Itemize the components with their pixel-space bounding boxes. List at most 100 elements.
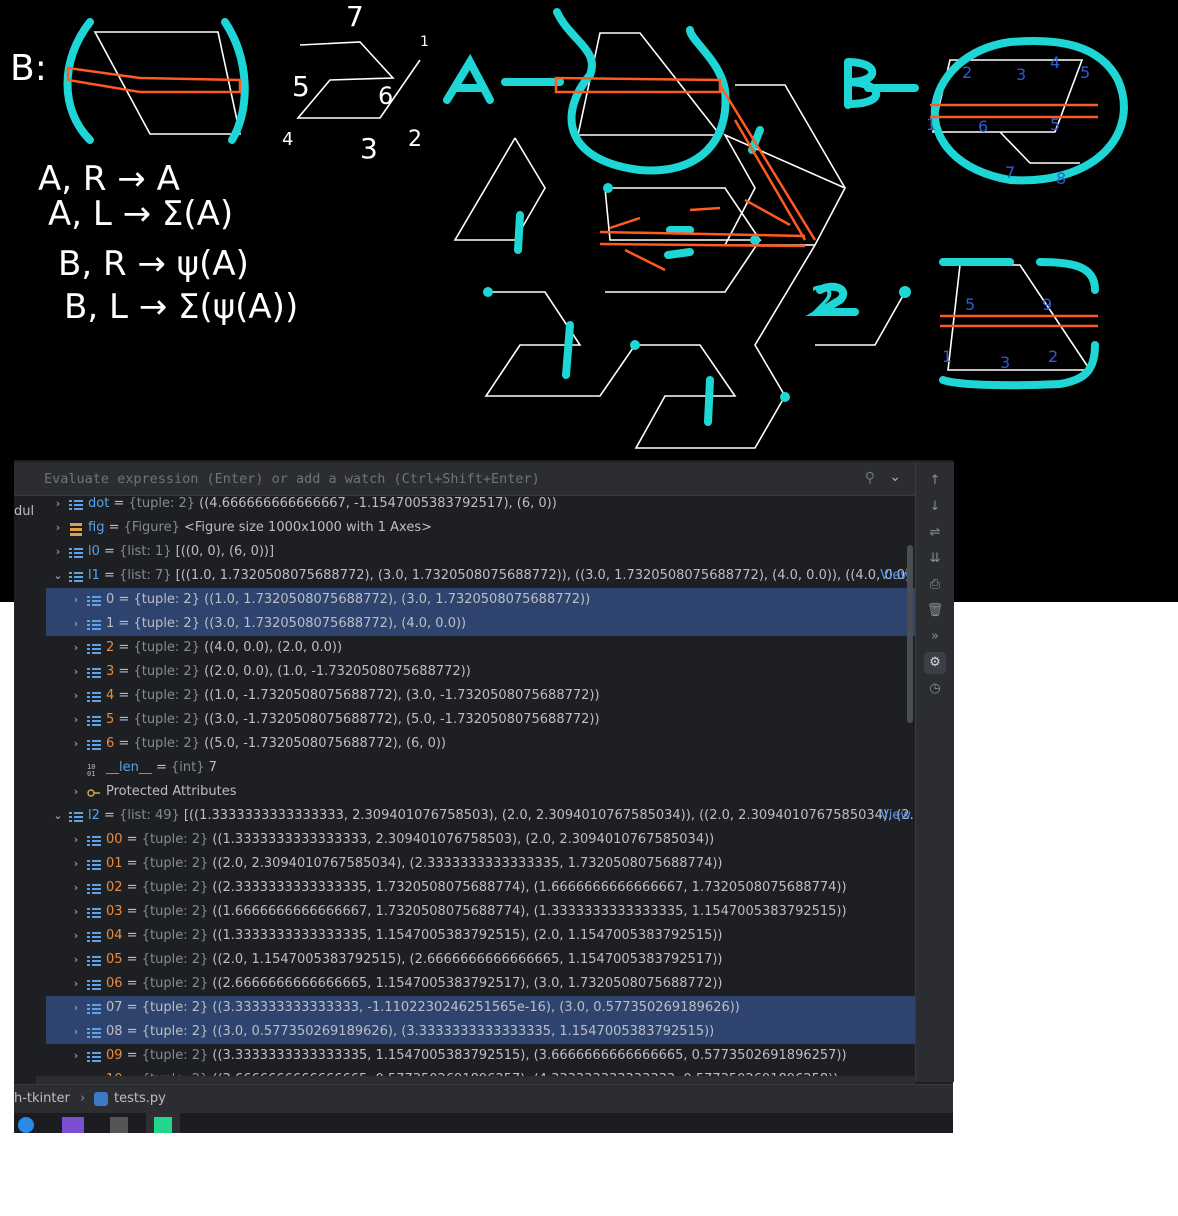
expand-chevron-icon[interactable]: › xyxy=(70,732,82,756)
svg-text:7: 7 xyxy=(1005,163,1015,182)
variable-row-2[interactable]: › 2 = {tuple: 2} ((4.0, 0.0), (2.0, 0.0)) xyxy=(46,636,915,660)
expand-chevron-icon[interactable]: › xyxy=(70,684,82,708)
equals-sign: = xyxy=(122,832,142,847)
soft-wrap-icon[interactable]: ⇌ xyxy=(924,522,946,544)
add-watch-icon[interactable]: ⚲ xyxy=(865,470,875,486)
expand-chevron-icon[interactable]: › xyxy=(70,852,82,876)
breadcrumb-project[interactable]: h-tkinter xyxy=(14,1085,70,1113)
taskbar-app-icon[interactable] xyxy=(110,1117,128,1133)
svg-text:3: 3 xyxy=(1000,353,1010,372)
list-variable-icon xyxy=(87,833,101,847)
variable-row-5[interactable]: › 5 = {tuple: 2} ((3.0, -1.73205080756887… xyxy=(46,708,915,732)
variable-row-09[interactable]: › 09 = {tuple: 2} ((3.3333333333333335, 1… xyxy=(46,1044,915,1068)
list-variable-icon xyxy=(87,905,101,919)
horizontal-scrollbar[interactable] xyxy=(36,1076,915,1084)
equals-sign: = xyxy=(151,760,172,775)
vertical-scrollbar[interactable] xyxy=(907,545,913,723)
sketch-parallelogram xyxy=(93,31,241,135)
variable-row-dot[interactable]: › dot = {tuple: 2} ((4.666666666666667, -… xyxy=(46,496,915,516)
scroll-end-icon[interactable]: ⇊ xyxy=(924,548,946,570)
variable-row-06[interactable]: › 06 = {tuple: 2} ((2.6666666666666665, 1… xyxy=(46,972,915,996)
variable-row-fig[interactable]: › fig = {Figure} <Figure size 1000x1000 w… xyxy=(46,516,915,540)
variable-type: {tuple: 2} xyxy=(133,688,200,703)
variable-type: {list: 1} xyxy=(119,544,172,559)
variable-type: {list: 49} xyxy=(119,808,180,823)
expand-chevron-icon[interactable]: › xyxy=(70,612,82,636)
python-file-icon xyxy=(94,1092,108,1106)
evaluate-expression-input[interactable]: Evaluate expression (Enter) or add a wat… xyxy=(44,471,540,487)
equals-sign: = xyxy=(99,544,120,559)
expand-chevron-icon[interactable]: › xyxy=(70,1020,82,1044)
variable-text: 5 = {tuple: 2} ((3.0, -1.732050807568877… xyxy=(106,708,600,732)
expand-chevron-icon[interactable]: › xyxy=(70,660,82,684)
pycharm-icon[interactable] xyxy=(154,1117,172,1133)
expand-chevron-icon[interactable]: › xyxy=(70,948,82,972)
arrow-up-icon[interactable]: ↑ xyxy=(924,470,946,492)
variable-row-l1[interactable]: ⌄ l1 = {list: 7} [((1.0, 1.73205080756887… xyxy=(46,564,915,588)
expand-chevron-icon[interactable]: › xyxy=(70,588,82,612)
variable-text: 02 = {tuple: 2} ((2.3333333333333335, 1.… xyxy=(106,876,847,900)
variable-text: dot = {tuple: 2} ((4.666666666666667, -1… xyxy=(88,496,557,516)
view-link[interactable]: View xyxy=(880,804,911,828)
int-variable-icon: 10 01 xyxy=(87,761,101,778)
variable-row-6[interactable]: › 6 = {tuple: 2} ((5.0, -1.73205080756887… xyxy=(46,732,915,756)
variable-row-00[interactable]: › 00 = {tuple: 2} ((1.3333333333333333, 2… xyxy=(46,828,915,852)
more-icon[interactable]: » xyxy=(924,626,946,648)
collapse-chevron-icon[interactable]: ⌄ xyxy=(52,564,64,588)
expand-chevron-icon[interactable]: › xyxy=(70,900,82,924)
list-variable-icon xyxy=(87,881,101,895)
list-variable-icon xyxy=(69,569,83,583)
trash-icon[interactable]: 🗑 xyxy=(924,600,946,622)
variable-value: ((2.6666666666666665, 1.1547005383792517… xyxy=(208,976,723,991)
variable-value: [((1.3333333333333333, 2.309401076758503… xyxy=(179,808,915,823)
print-icon[interactable]: ⎙ xyxy=(924,574,946,596)
variable-row-07[interactable]: › 07 = {tuple: 2} ((3.333333333333333, -1… xyxy=(46,996,915,1020)
variable-row-08[interactable]: › 08 = {tuple: 2} ((3.0, 0.57735026918962… xyxy=(46,1020,915,1044)
variable-row-l2[interactable]: ⌄ l2 = {list: 49} [((1.3333333333333333, … xyxy=(46,804,915,828)
variable-row-0[interactable]: › 0 = {tuple: 2} ((1.0, 1.732050807568877… xyxy=(46,588,915,612)
variable-name: 00 xyxy=(106,832,123,847)
expand-chevron-icon[interactable]: › xyxy=(70,828,82,852)
expand-chevron-icon[interactable]: › xyxy=(70,996,82,1020)
variable-row-4[interactable]: › 4 = {tuple: 2} ((1.0, -1.73205080756887… xyxy=(46,684,915,708)
chevron-down-icon[interactable]: ⌄ xyxy=(889,469,901,485)
variable-row-01[interactable]: › 01 = {tuple: 2} ((2.0, 2.30940107675850… xyxy=(46,852,915,876)
variable-type: {tuple: 2} xyxy=(141,952,209,967)
python-console-icon[interactable]: ⚙ xyxy=(924,652,946,674)
variable-type: {tuple: 2} xyxy=(128,496,196,511)
variable-type: {tuple: 2} xyxy=(133,616,200,631)
variable-row-1[interactable]: › 1 = {tuple: 2} ((3.0, 1.732050807568877… xyxy=(46,612,915,636)
object-variable-icon xyxy=(69,521,83,536)
taskbar-app-icon[interactable] xyxy=(62,1117,84,1133)
variable-text: 08 = {tuple: 2} ((3.0, 0.577350269189626… xyxy=(106,1020,714,1044)
gutter-truncated-text: dul xyxy=(14,504,35,519)
arrow-down-icon[interactable]: ↓ xyxy=(924,496,946,518)
equals-sign: = xyxy=(122,1024,142,1039)
expand-chevron-icon[interactable]: › xyxy=(52,540,64,564)
variable-row-protected-attributes[interactable]: › Protected Attributes xyxy=(46,780,915,804)
taskbar-app-icon[interactable] xyxy=(18,1117,34,1133)
expand-chevron-icon[interactable]: › xyxy=(70,924,82,948)
variable-row-__len__[interactable]: 10 01 __len__ = {int} 7 xyxy=(46,756,915,780)
expand-chevron-icon[interactable]: › xyxy=(52,516,64,540)
variable-row-03[interactable]: › 03 = {tuple: 2} ((1.6666666666666667, 1… xyxy=(46,900,915,924)
expand-chevron-icon[interactable]: › xyxy=(70,1044,82,1068)
history-icon[interactable]: ◷ xyxy=(924,678,946,700)
expand-chevron-icon[interactable]: › xyxy=(70,780,82,804)
expand-chevron-icon[interactable]: › xyxy=(70,636,82,660)
svg-text:01: 01 xyxy=(87,770,95,776)
expand-chevron-icon[interactable]: › xyxy=(70,876,82,900)
variable-row-04[interactable]: › 04 = {tuple: 2} ((1.3333333333333335, 1… xyxy=(46,924,915,948)
variable-row-05[interactable]: › 05 = {tuple: 2} ((2.0, 1.15470053837925… xyxy=(46,948,915,972)
breadcrumb-file[interactable]: tests.py xyxy=(114,1085,166,1113)
expand-chevron-icon[interactable]: › xyxy=(70,708,82,732)
collapse-chevron-icon[interactable]: ⌄ xyxy=(52,804,64,828)
variable-row-3[interactable]: › 3 = {tuple: 2} ((2.0, 0.0), (1.0, -1.73… xyxy=(46,660,915,684)
variable-row-02[interactable]: › 02 = {tuple: 2} ((2.3333333333333335, 1… xyxy=(46,876,915,900)
variable-row-l0[interactable]: › l0 = {list: 1} [((0, 0), (6, 0))] xyxy=(46,540,915,564)
evaluate-expression-bar[interactable]: Evaluate expression (Enter) or add a wat… xyxy=(14,462,915,496)
list-variable-icon xyxy=(87,617,101,631)
expand-chevron-icon[interactable]: › xyxy=(70,972,82,996)
variable-text: 05 = {tuple: 2} ((2.0, 1.154700538379251… xyxy=(106,948,723,972)
expand-chevron-icon[interactable]: › xyxy=(52,496,64,516)
